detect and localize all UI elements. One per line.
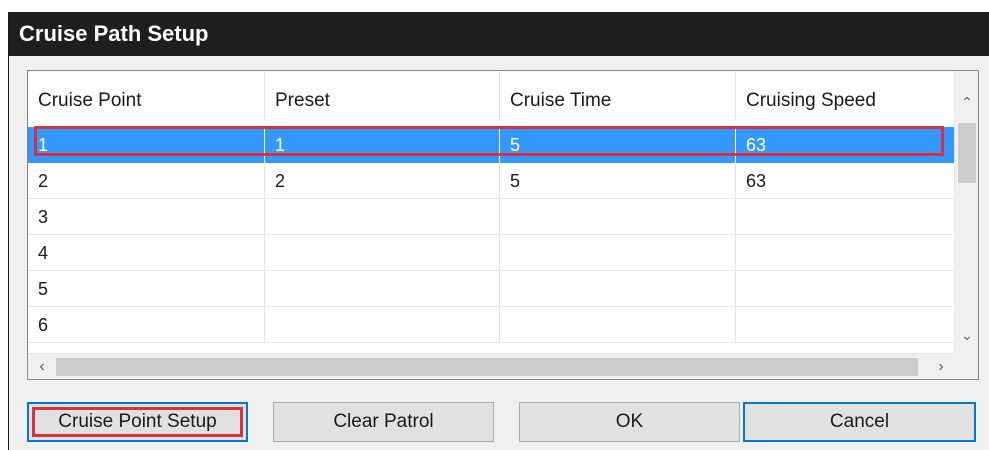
chevron-right-icon[interactable]: › — [929, 354, 953, 379]
ok-label: OK — [615, 411, 644, 432]
column-header-preset[interactable]: Preset — [265, 71, 500, 121]
cell-cruise-time — [500, 235, 736, 271]
column-header-cruise-time[interactable]: Cruise Time — [500, 71, 736, 121]
cell-cruise-point: 4 — [28, 235, 265, 271]
cell-preset — [265, 271, 500, 307]
cell-cruising-speed: 63 — [736, 127, 955, 163]
cell-cruise-point: 2 — [28, 163, 265, 199]
ok-button[interactable]: OK — [519, 402, 740, 442]
chevron-up-icon[interactable]: ⌃ — [955, 91, 978, 113]
cancel-button[interactable]: Cancel — [743, 402, 976, 442]
cell-preset: 1 — [265, 127, 500, 163]
cell-cruising-speed — [736, 235, 955, 271]
cell-preset — [265, 307, 500, 343]
clear-patrol-label: Clear Patrol — [333, 411, 434, 432]
cell-cruise-point: 5 — [28, 271, 265, 307]
clear-patrol-button[interactable]: Clear Patrol — [273, 402, 494, 442]
horizontal-scrollbar[interactable]: ‹ › — [28, 353, 955, 379]
cell-cruise-point: 1 — [28, 127, 265, 163]
cell-cruise-time — [500, 307, 736, 343]
cell-cruise-point: 6 — [28, 307, 265, 343]
cell-preset — [265, 199, 500, 235]
cell-cruise-time: 5 — [500, 127, 736, 163]
table-row[interactable]: 1 1 5 63 — [28, 127, 955, 163]
chevron-down-icon[interactable]: ⌄ — [955, 324, 978, 346]
table-row[interactable]: 3 — [28, 199, 955, 235]
table-row[interactable]: 6 — [28, 307, 955, 343]
cruise-points-table[interactable]: Cruise Point Preset Cruise Time Cruising… — [27, 70, 979, 380]
cell-preset: 2 — [265, 163, 500, 199]
chevron-left-icon[interactable]: ‹ — [30, 354, 54, 379]
cancel-label: Cancel — [829, 411, 890, 432]
horizontal-scroll-thumb[interactable] — [56, 358, 918, 376]
cell-preset — [265, 235, 500, 271]
top-strip — [0, 0, 989, 12]
cruise-point-setup-label: Cruise Point Setup — [58, 411, 217, 432]
dialog-title: Cruise Path Setup — [9, 12, 989, 56]
cell-cruise-time: 5 — [500, 163, 736, 199]
column-header-cruise-point[interactable]: Cruise Point — [28, 71, 265, 121]
cell-cruising-speed: 63 — [736, 163, 955, 199]
table-row[interactable]: 2 2 5 63 — [28, 163, 955, 199]
cell-cruise-point: 3 — [28, 199, 265, 235]
cell-cruising-speed — [736, 271, 955, 307]
vertical-scrollbar[interactable]: ⌃ ⌄ — [954, 71, 978, 354]
cell-cruising-speed — [736, 199, 955, 235]
cell-cruise-time — [500, 199, 736, 235]
scrollbar-corner — [954, 353, 978, 379]
cell-cruising-speed — [736, 307, 955, 343]
cruise-point-setup-button[interactable]: Cruise Point Setup — [27, 402, 248, 442]
table-header: Cruise Point Preset Cruise Time Cruising… — [28, 71, 955, 121]
cell-cruise-time — [500, 271, 736, 307]
table-row[interactable]: 5 — [28, 271, 955, 307]
table-row[interactable]: 4 — [28, 235, 955, 271]
vertical-scroll-thumb[interactable] — [958, 123, 976, 183]
column-header-cruising-speed[interactable]: Cruising Speed — [736, 71, 955, 121]
cruise-path-dialog: Cruise Path Setup Cruise Point Preset Cr… — [8, 12, 989, 450]
